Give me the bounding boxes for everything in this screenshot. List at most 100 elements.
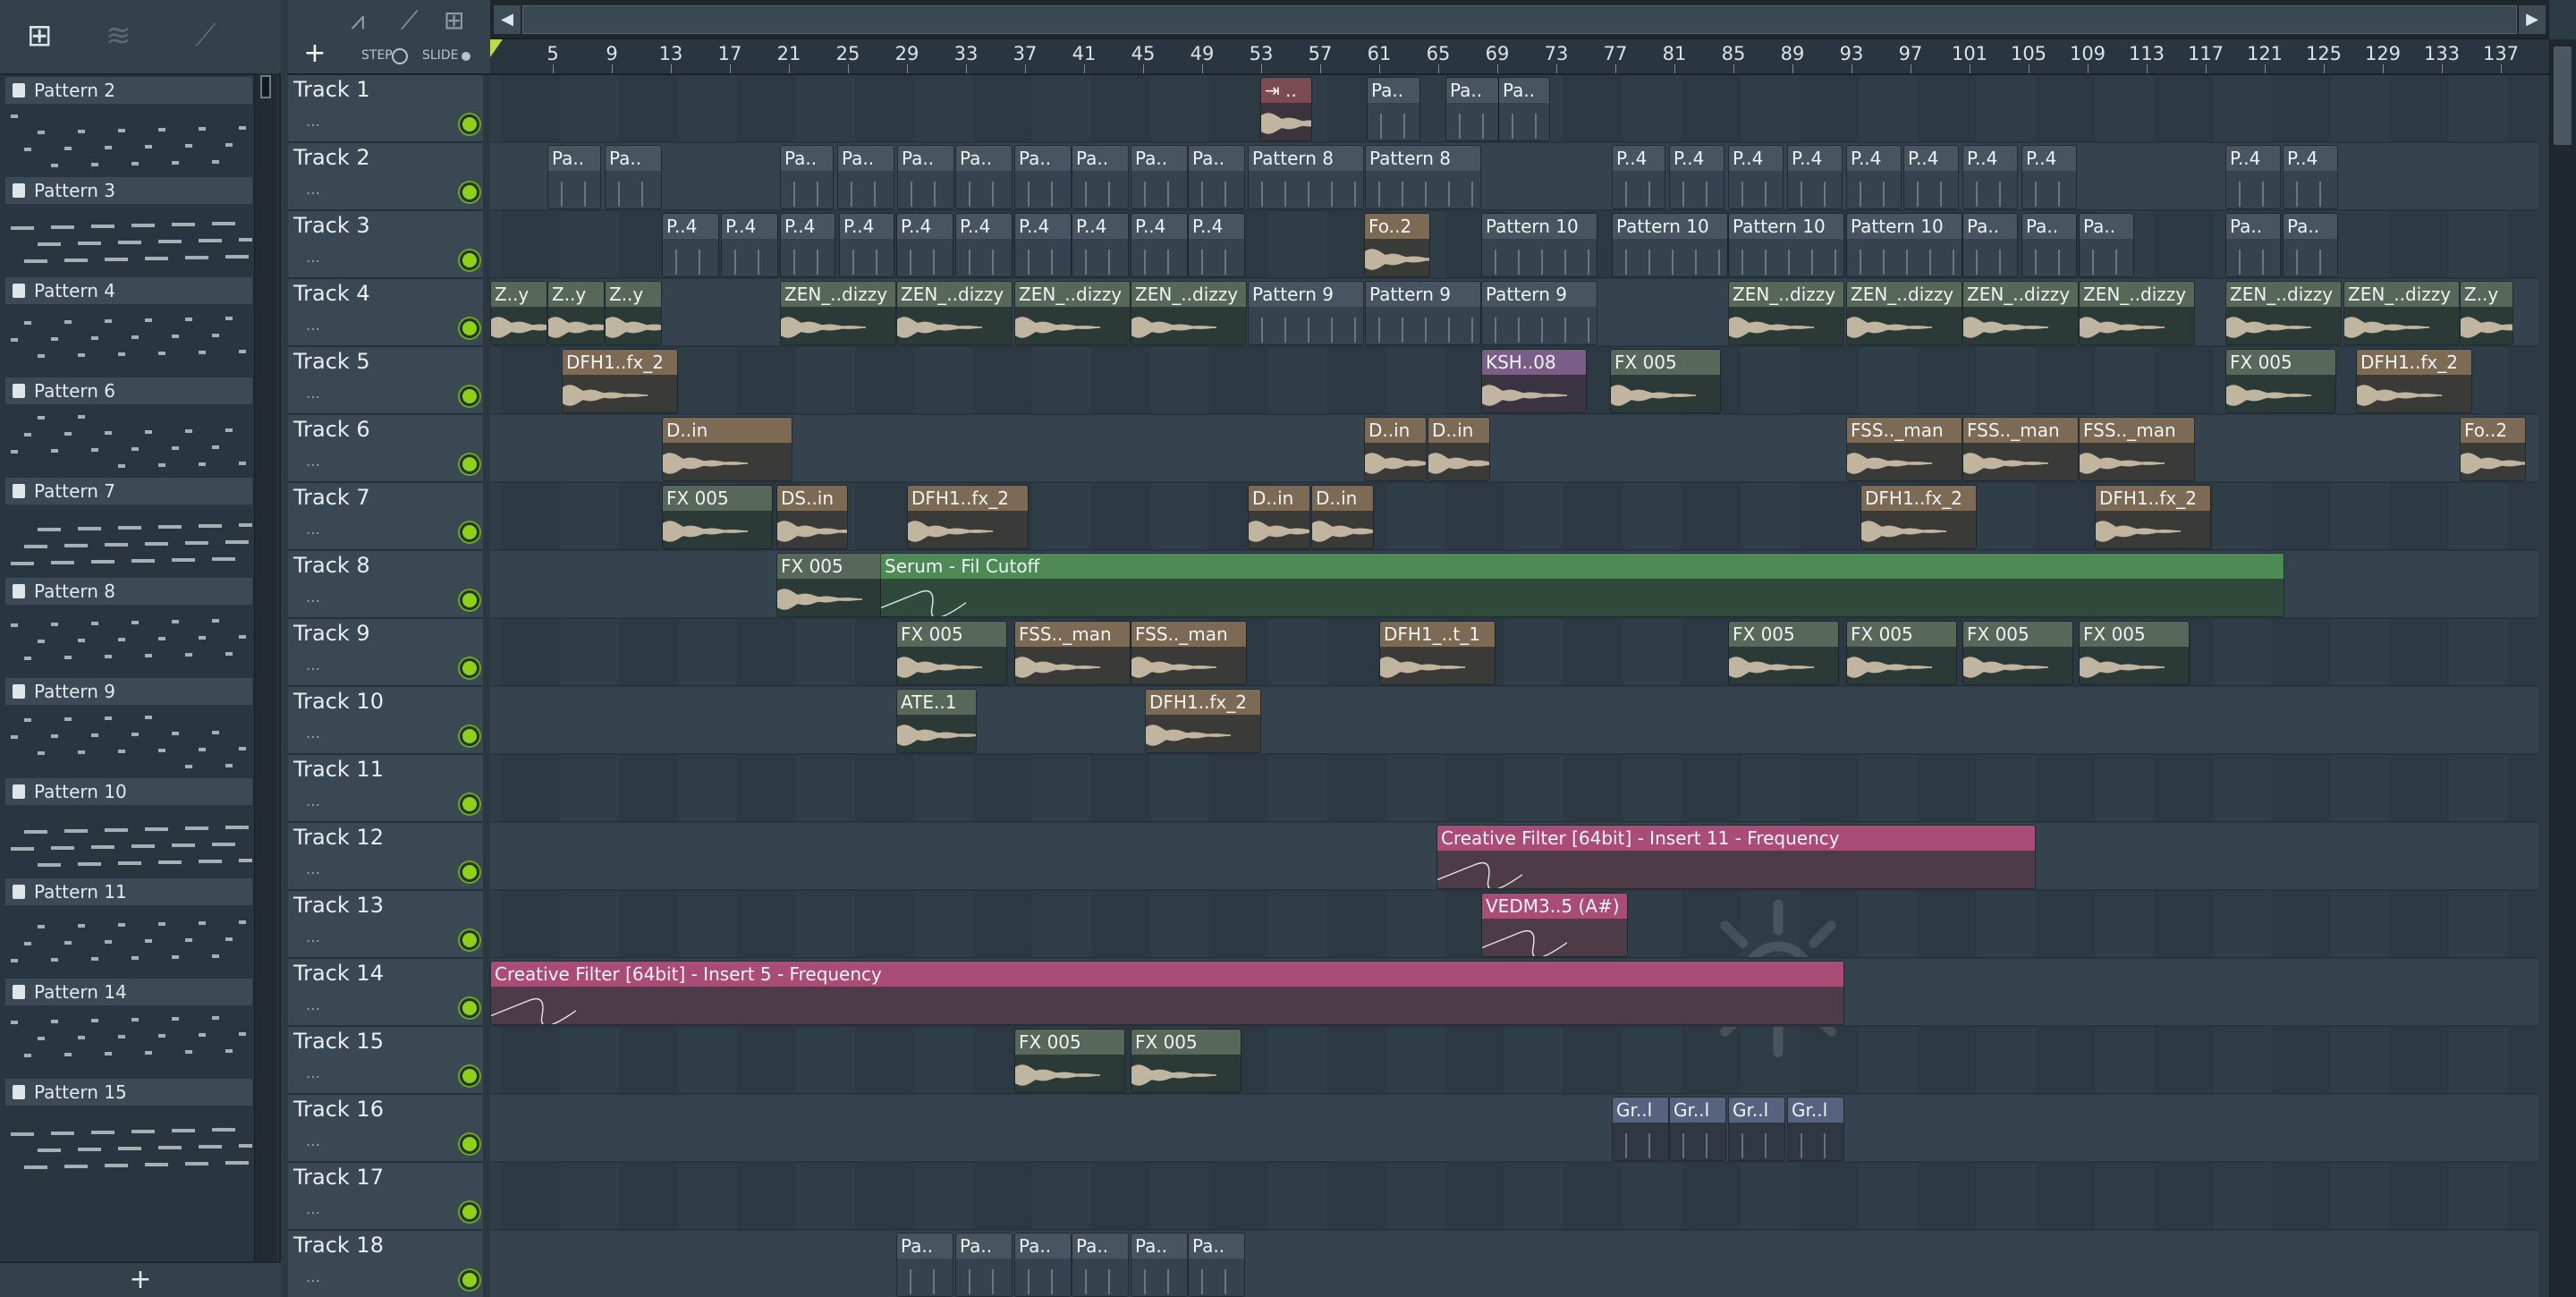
track-mute-led[interactable] <box>460 1134 479 1154</box>
playlist-clip[interactable]: Pa.. <box>1014 145 1072 209</box>
scroll-right-button[interactable]: ▶ <box>2519 5 2546 34</box>
timeline-ruler[interactable]: 5 9 13 17 21 25 29 33 37 41 45 49 53 57 61 65 69 73 77 81 85… <box>490 39 2549 75</box>
playlist-clip[interactable]: P..4 <box>1188 213 1245 277</box>
playlist-clip[interactable]: Pattern 10 <box>1846 213 1962 277</box>
pattern-item[interactable]: Pattern 8 <box>5 578 252 678</box>
playlist-clip[interactable]: Serum - Fil Cutoff <box>880 553 2284 617</box>
track-options-dots[interactable]: … <box>306 385 320 402</box>
playlist-clip[interactable]: Pa.. <box>1014 1233 1072 1297</box>
playlist-clip[interactable]: ⇥ .. <box>1260 77 1312 141</box>
track-options-dots[interactable]: … <box>306 657 320 674</box>
playlist-clip[interactable]: Pa.. <box>2283 213 2338 277</box>
playlist-clip[interactable]: Pa.. <box>955 1233 1013 1297</box>
track-header[interactable]: Track 10… <box>288 687 490 755</box>
track-header[interactable]: Track 14… <box>288 959 490 1027</box>
playlist-clip[interactable]: Pattern 10 <box>1612 213 1728 277</box>
track-mute-led[interactable] <box>460 794 479 814</box>
playlist-clip[interactable]: Z..y <box>547 281 605 345</box>
track-options-dots[interactable]: … <box>306 1200 320 1217</box>
playlist-clip[interactable]: Pattern 10 <box>1728 213 1844 277</box>
audio-clip-icon[interactable]: ≋ <box>106 18 131 54</box>
playlist-clip[interactable]: D..in <box>662 417 792 481</box>
playlist-clip[interactable]: FX 005 <box>1962 621 2073 685</box>
playlist-clip[interactable]: D..in <box>1428 417 1490 481</box>
playlist-clip[interactable]: Z..y <box>490 281 547 345</box>
track-options-dots[interactable]: … <box>306 453 320 470</box>
pattern-item[interactable]: Pattern 3 <box>5 177 252 277</box>
track-header[interactable]: Track 15… <box>288 1027 490 1095</box>
playlist-clip[interactable]: Z..y <box>605 281 662 345</box>
track-options-dots[interactable]: … <box>306 181 320 198</box>
playlist-clip[interactable]: ATE..1 <box>896 689 977 753</box>
playlist-clip[interactable]: Pa.. <box>547 145 601 209</box>
playlist-clip[interactable]: P..4 <box>896 213 953 277</box>
playlist-clip[interactable]: FSS.._man <box>1131 621 1247 685</box>
playlist-clip[interactable]: ZEN_..dizzy <box>2225 281 2342 345</box>
playlist-clip[interactable]: P..4 <box>1669 145 1724 209</box>
playlist-clip[interactable]: Pa.. <box>1188 1233 1245 1297</box>
playlist-clip[interactable]: FX 005 <box>776 553 887 617</box>
playlist-clip[interactable]: Pattern 9 <box>1365 281 1481 345</box>
track-header[interactable]: Track 5… <box>288 347 490 415</box>
track-options-dots[interactable]: … <box>306 521 320 538</box>
playlist-clip[interactable]: P..4 <box>2225 145 2281 209</box>
playlist-clip[interactable]: P..4 <box>1846 145 1902 209</box>
playlist-clip[interactable]: Pattern 10 <box>1481 213 1597 277</box>
track-mute-led[interactable] <box>460 726 479 746</box>
track-options-dots[interactable]: … <box>306 113 320 130</box>
track-options-dots[interactable]: … <box>306 725 320 742</box>
playlist-clip[interactable]: Creative Filter [64bit] - Insert 5 - Fre… <box>490 961 1844 1025</box>
playlist-clip[interactable]: ZEN_..dizzy <box>2079 281 2195 345</box>
piano-roll-icon[interactable]: ⊞ <box>444 5 464 35</box>
playlist-clip[interactable]: DFH1..fx_2 <box>1145 689 1261 753</box>
playlist-clip[interactable]: P..4 <box>2021 145 2077 209</box>
track-mute-led[interactable] <box>460 862 479 882</box>
playlist-clip[interactable]: KSH..08 <box>1481 349 1587 413</box>
playlist-clip[interactable]: Fo..2 <box>1364 213 1430 277</box>
track-mute-led[interactable] <box>460 250 479 270</box>
playlist-clip[interactable]: Gr..l <box>1728 1097 1785 1161</box>
track-header[interactable]: Track 3… <box>288 211 490 279</box>
track-header[interactable]: Track 4… <box>288 279 490 347</box>
automation-icon[interactable]: ⟋ <box>195 18 216 54</box>
track-mute-led[interactable] <box>460 658 479 678</box>
track-options-dots[interactable]: … <box>306 589 320 606</box>
playlist-clip[interactable]: FX 005 <box>1014 1029 1125 1093</box>
playlist-clip[interactable]: DS..in <box>776 485 848 549</box>
track-mute-led[interactable] <box>460 454 479 474</box>
track-header[interactable]: Track 12… <box>288 823 490 891</box>
playlist-clip[interactable]: FX 005 <box>1728 621 1839 685</box>
playlist-clip[interactable]: Z..y <box>2460 281 2513 345</box>
playlist-vertical-scrollbar[interactable] <box>2549 39 2576 1297</box>
playlist-clip[interactable]: Pa.. <box>605 145 662 209</box>
track-header[interactable]: Track 16… <box>288 1095 490 1163</box>
scroll-left-button[interactable]: ◀ <box>494 5 521 34</box>
playlist-clip[interactable]: D..in <box>1364 417 1427 481</box>
playlist-clip[interactable]: ZEN_..dizzy <box>1846 281 1962 345</box>
add-pattern-button[interactable]: + <box>0 1261 281 1297</box>
pattern-item[interactable]: Pattern 11 <box>5 878 252 979</box>
playlist-clip[interactable]: D..in <box>1311 485 1374 549</box>
track-options-dots[interactable]: … <box>306 1132 320 1149</box>
track-header[interactable]: Track 9… <box>288 619 490 687</box>
playlist-clip[interactable]: FX 005 <box>896 621 1007 685</box>
playlist-clip[interactable]: Creative Filter [64bit] - Insert 11 - Fr… <box>1436 825 2036 889</box>
playlist-clip[interactable]: P..4 <box>1962 145 2018 209</box>
playlist-clip[interactable]: Pattern 8 <box>1248 145 1364 209</box>
playlist-clip[interactable]: DFH1_..t_1 <box>1379 621 1496 685</box>
track-options-dots[interactable]: … <box>306 249 320 266</box>
track-lane[interactable] <box>490 1231 2538 1297</box>
track-options-dots[interactable]: … <box>306 793 320 810</box>
slide-toggle[interactable] <box>462 52 470 61</box>
playlist-clip[interactable]: FX 005 <box>662 485 773 549</box>
track-options-dots[interactable]: … <box>306 860 320 877</box>
playlist-clip[interactable]: ZEN_..dizzy <box>896 281 1013 345</box>
track-options-dots[interactable]: … <box>306 317 320 334</box>
playlist-clip[interactable]: P..4 <box>1131 213 1188 277</box>
track-lane[interactable] <box>490 1027 2538 1095</box>
track-header[interactable]: Track 18… <box>288 1231 490 1297</box>
playlist-clip[interactable]: P..4 <box>1072 213 1129 277</box>
playlist-clip[interactable]: P..4 <box>1014 213 1072 277</box>
playlist-clip[interactable]: Pa.. <box>1188 145 1245 209</box>
track-lane[interactable] <box>490 415 2538 483</box>
